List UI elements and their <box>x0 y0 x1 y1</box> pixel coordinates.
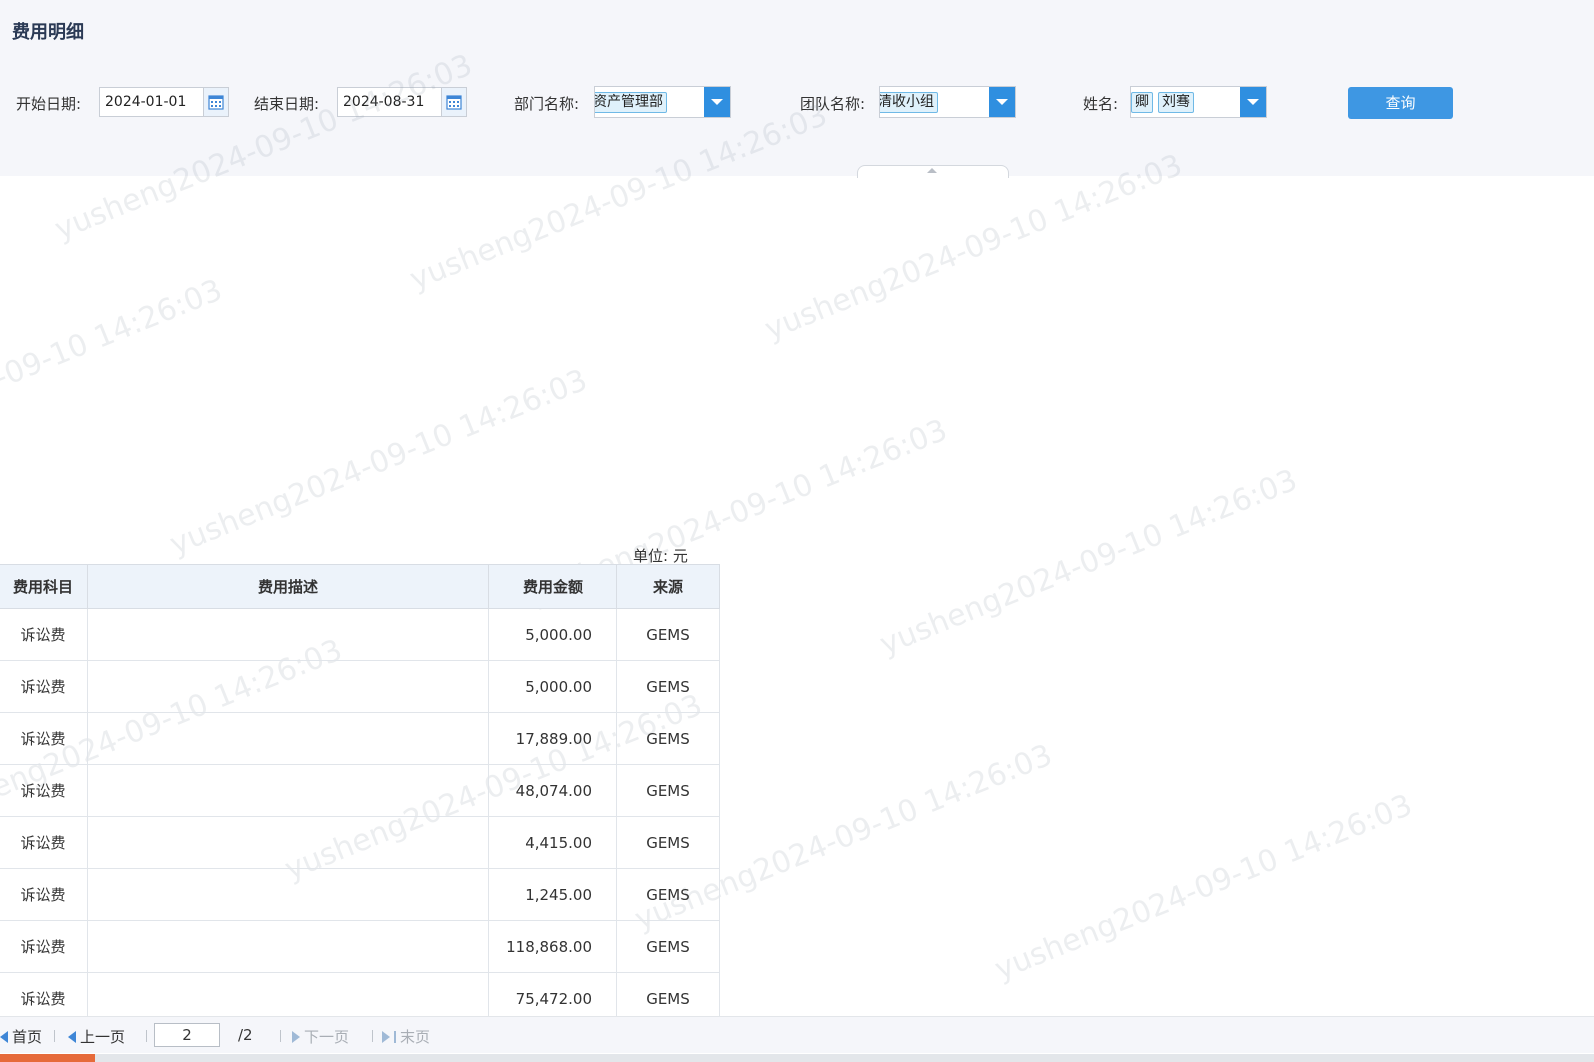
table-header-row: 费用科目 费用描述 费用金额 来源 <box>0 564 720 609</box>
bottom-scroll-strip[interactable] <box>0 1054 1594 1062</box>
cell-category: 诉讼费 <box>0 868 88 921</box>
name-tag[interactable]: 刘骞 <box>1158 92 1194 113</box>
cell-category: 诉讼费 <box>0 764 88 817</box>
end-date-label: 结束日期: <box>254 95 320 113</box>
cell-amount: 17,889.00 <box>488 712 617 765</box>
cell-description <box>87 608 489 661</box>
column-header[interactable]: 费用金额 <box>488 564 617 609</box>
cell-description <box>87 764 489 817</box>
cell-amount: 1,245.00 <box>488 868 617 921</box>
dept-tag-list: 资产管理部 <box>595 92 667 113</box>
team-select[interactable]: 清收小组 <box>879 86 1016 118</box>
cell-description <box>87 816 489 869</box>
expense-table: 费用科目 费用描述 费用金额 来源 诉讼费 5,000.00 GEMS 诉讼费 … <box>0 564 720 1025</box>
cell-category: 诉讼费 <box>0 920 88 973</box>
table-row[interactable]: 诉讼费 4,415.00 GEMS <box>0 816 720 869</box>
pager-divider <box>146 1030 147 1042</box>
watermark: yusheng2024-09-10 14:26:03 <box>0 272 228 473</box>
watermark: yusheng2024-09-10 14:26:03 <box>875 462 1303 663</box>
chevron-down-icon[interactable] <box>989 87 1015 117</box>
cell-description <box>87 868 489 921</box>
table-row[interactable]: 诉讼费 48,074.00 GEMS <box>0 764 720 817</box>
pager-divider <box>54 1030 55 1042</box>
next-page-label: 下一页 <box>304 1028 350 1046</box>
next-page-icon <box>292 1030 300 1043</box>
chevron-down-icon[interactable] <box>1240 87 1266 117</box>
page-title: 费用明细 <box>12 22 84 43</box>
calendar-icon[interactable] <box>441 88 466 116</box>
name-tag-list: 卿 刘骞 <box>1131 92 1194 113</box>
first-page-label: 首页 <box>12 1028 43 1046</box>
end-date-field[interactable]: 2024-08-31 <box>337 87 467 117</box>
page-number-input[interactable]: 2 <box>154 1023 220 1047</box>
last-page-icon <box>382 1030 390 1043</box>
cell-amount: 5,000.00 <box>488 660 617 713</box>
team-tag[interactable]: 清收小组 <box>880 92 938 113</box>
chevron-down-icon[interactable] <box>704 87 730 117</box>
pagination-bar: 首页 上一页 2 /2 下一页 末页 <box>0 1016 1594 1053</box>
pager-divider <box>280 1030 281 1042</box>
scroll-accent <box>0 1054 95 1062</box>
calendar-icon[interactable] <box>203 88 228 116</box>
prev-page-label: 上一页 <box>80 1028 126 1046</box>
cell-source: GEMS <box>616 868 720 921</box>
cell-source: GEMS <box>616 712 720 765</box>
cell-amount: 5,000.00 <box>488 608 617 661</box>
cell-category: 诉讼费 <box>0 712 88 765</box>
cell-amount: 118,868.00 <box>488 920 617 973</box>
pager-divider <box>372 1030 373 1042</box>
start-date-field[interactable]: 2024-01-01 <box>99 87 229 117</box>
team-tag-list: 清收小组 <box>880 92 938 113</box>
start-date-value: 2024-01-01 <box>105 94 187 110</box>
cell-description <box>87 660 489 713</box>
cell-source: GEMS <box>616 764 720 817</box>
prev-page-icon <box>68 1030 76 1043</box>
column-header[interactable]: 来源 <box>616 564 720 609</box>
column-header[interactable]: 费用描述 <box>87 564 489 609</box>
prev-page-button[interactable]: 上一页 <box>68 1026 125 1047</box>
cell-source: GEMS <box>616 660 720 713</box>
dept-select[interactable]: 资产管理部 <box>594 86 731 118</box>
end-date-value: 2024-08-31 <box>343 94 425 110</box>
table-row[interactable]: 诉讼费 118,868.00 GEMS <box>0 920 720 973</box>
unit-label: 单位: 元 <box>633 547 688 565</box>
team-label: 团队名称: <box>800 95 866 113</box>
table-row[interactable]: 诉讼费 17,889.00 GEMS <box>0 712 720 765</box>
query-button[interactable]: 查询 <box>1348 87 1453 119</box>
next-page-button[interactable]: 下一页 <box>292 1026 349 1047</box>
table-row[interactable]: 诉讼费 1,245.00 GEMS <box>0 868 720 921</box>
name-label: 姓名: <box>1083 95 1119 113</box>
last-page-bar-icon <box>394 1030 396 1043</box>
last-page-button[interactable]: 末页 <box>382 1026 430 1047</box>
first-page-button[interactable]: 首页 <box>0 1026 42 1047</box>
cell-category: 诉讼费 <box>0 660 88 713</box>
collapse-filter-handle[interactable] <box>857 165 1009 178</box>
cell-description <box>87 712 489 765</box>
total-pages-label: /2 <box>238 1026 253 1044</box>
cell-description <box>87 920 489 973</box>
cell-amount: 4,415.00 <box>488 816 617 869</box>
watermark: yusheng2024-09-10 14:26:03 <box>165 362 593 563</box>
cell-category: 诉讼费 <box>0 816 88 869</box>
watermark: yusheng2024-09-10 14:26:03 <box>990 787 1418 988</box>
cell-source: GEMS <box>616 920 720 973</box>
cell-source: GEMS <box>616 608 720 661</box>
table-row[interactable]: 诉讼费 5,000.00 GEMS <box>0 660 720 713</box>
cell-category: 诉讼费 <box>0 608 88 661</box>
first-page-icon <box>0 1030 8 1043</box>
name-select[interactable]: 卿 刘骞 <box>1130 86 1267 118</box>
header-bar <box>0 0 1594 58</box>
cell-amount: 48,074.00 <box>488 764 617 817</box>
table-row[interactable]: 诉讼费 5,000.00 GEMS <box>0 608 720 661</box>
start-date-label: 开始日期: <box>16 95 82 113</box>
last-page-label: 末页 <box>400 1028 431 1046</box>
dept-label: 部门名称: <box>514 95 580 113</box>
name-tag[interactable]: 卿 <box>1131 92 1153 113</box>
cell-source: GEMS <box>616 816 720 869</box>
column-header[interactable]: 费用科目 <box>0 564 88 609</box>
dept-tag[interactable]: 资产管理部 <box>595 92 667 113</box>
